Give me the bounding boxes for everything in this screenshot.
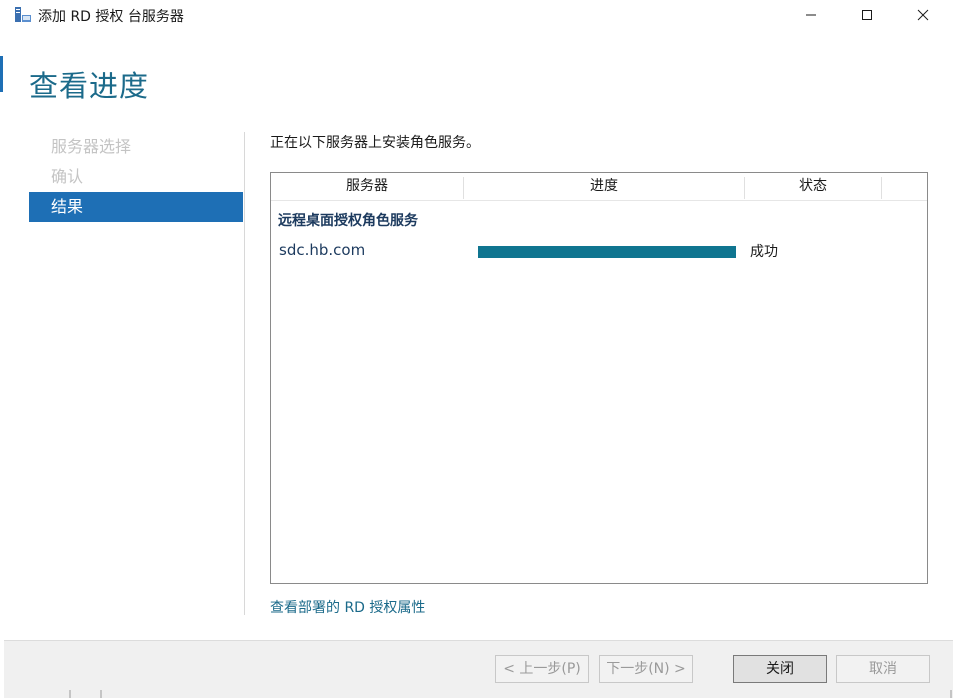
view-rd-licensing-properties-link[interactable]: 查看部署的 RD 授权属性: [270, 597, 425, 617]
window-title: 添加 RD 授权 台服务器: [38, 9, 184, 25]
page-title: 查看进度: [29, 69, 150, 103]
intro-text: 正在以下服务器上安装角色服务。: [270, 135, 480, 151]
title-bar: 添加 RD 授权 台服务器: [4, 0, 953, 30]
nav-item-results[interactable]: 结果: [29, 192, 243, 222]
close-icon: [917, 9, 929, 21]
next-button[interactable]: 下一步(N) >: [599, 655, 693, 683]
wizard-content: 查看进度 服务器选择 确认 结果 正在以下服务器上安装角色服务。 服务器 进度 …: [4, 30, 953, 640]
maximize-button[interactable]: [844, 0, 890, 30]
footer-divider: [4, 640, 953, 641]
nav-divider: [244, 132, 245, 615]
status-text: 成功: [750, 244, 778, 260]
window-accent-bar: [0, 56, 3, 92]
server-manager-icon: [14, 6, 32, 24]
column-separator: [881, 177, 882, 199]
previous-button[interactable]: < 上一步(P): [495, 655, 589, 683]
column-header-status[interactable]: 状态: [745, 173, 881, 200]
close-button[interactable]: 关闭: [733, 655, 827, 683]
minimize-icon: [806, 14, 816, 16]
progress-bar-fill: [478, 246, 736, 258]
window-bottom-edge: [69, 690, 952, 698]
wizard-nav: 服务器选择 确认 结果: [29, 132, 243, 222]
nav-item-confirmation: 确认: [51, 167, 84, 186]
header-divider: [271, 200, 927, 201]
nav-item-server-selection: 服务器选择: [51, 137, 132, 156]
close-window-button[interactable]: [900, 0, 946, 30]
column-header-server[interactable]: 服务器: [271, 173, 463, 200]
server-name: sdc.hb.com: [279, 241, 366, 259]
progress-table: 服务器 进度 状态 远程桌面授权角色服务 sdc.hb.com 成功: [270, 172, 928, 584]
group-title: 远程桌面授权角色服务: [278, 213, 418, 229]
cancel-button[interactable]: 取消: [836, 655, 930, 683]
minimize-button[interactable]: [788, 0, 834, 30]
column-header-progress[interactable]: 进度: [464, 173, 744, 200]
progress-bar: [478, 246, 736, 258]
maximize-icon: [862, 10, 872, 20]
